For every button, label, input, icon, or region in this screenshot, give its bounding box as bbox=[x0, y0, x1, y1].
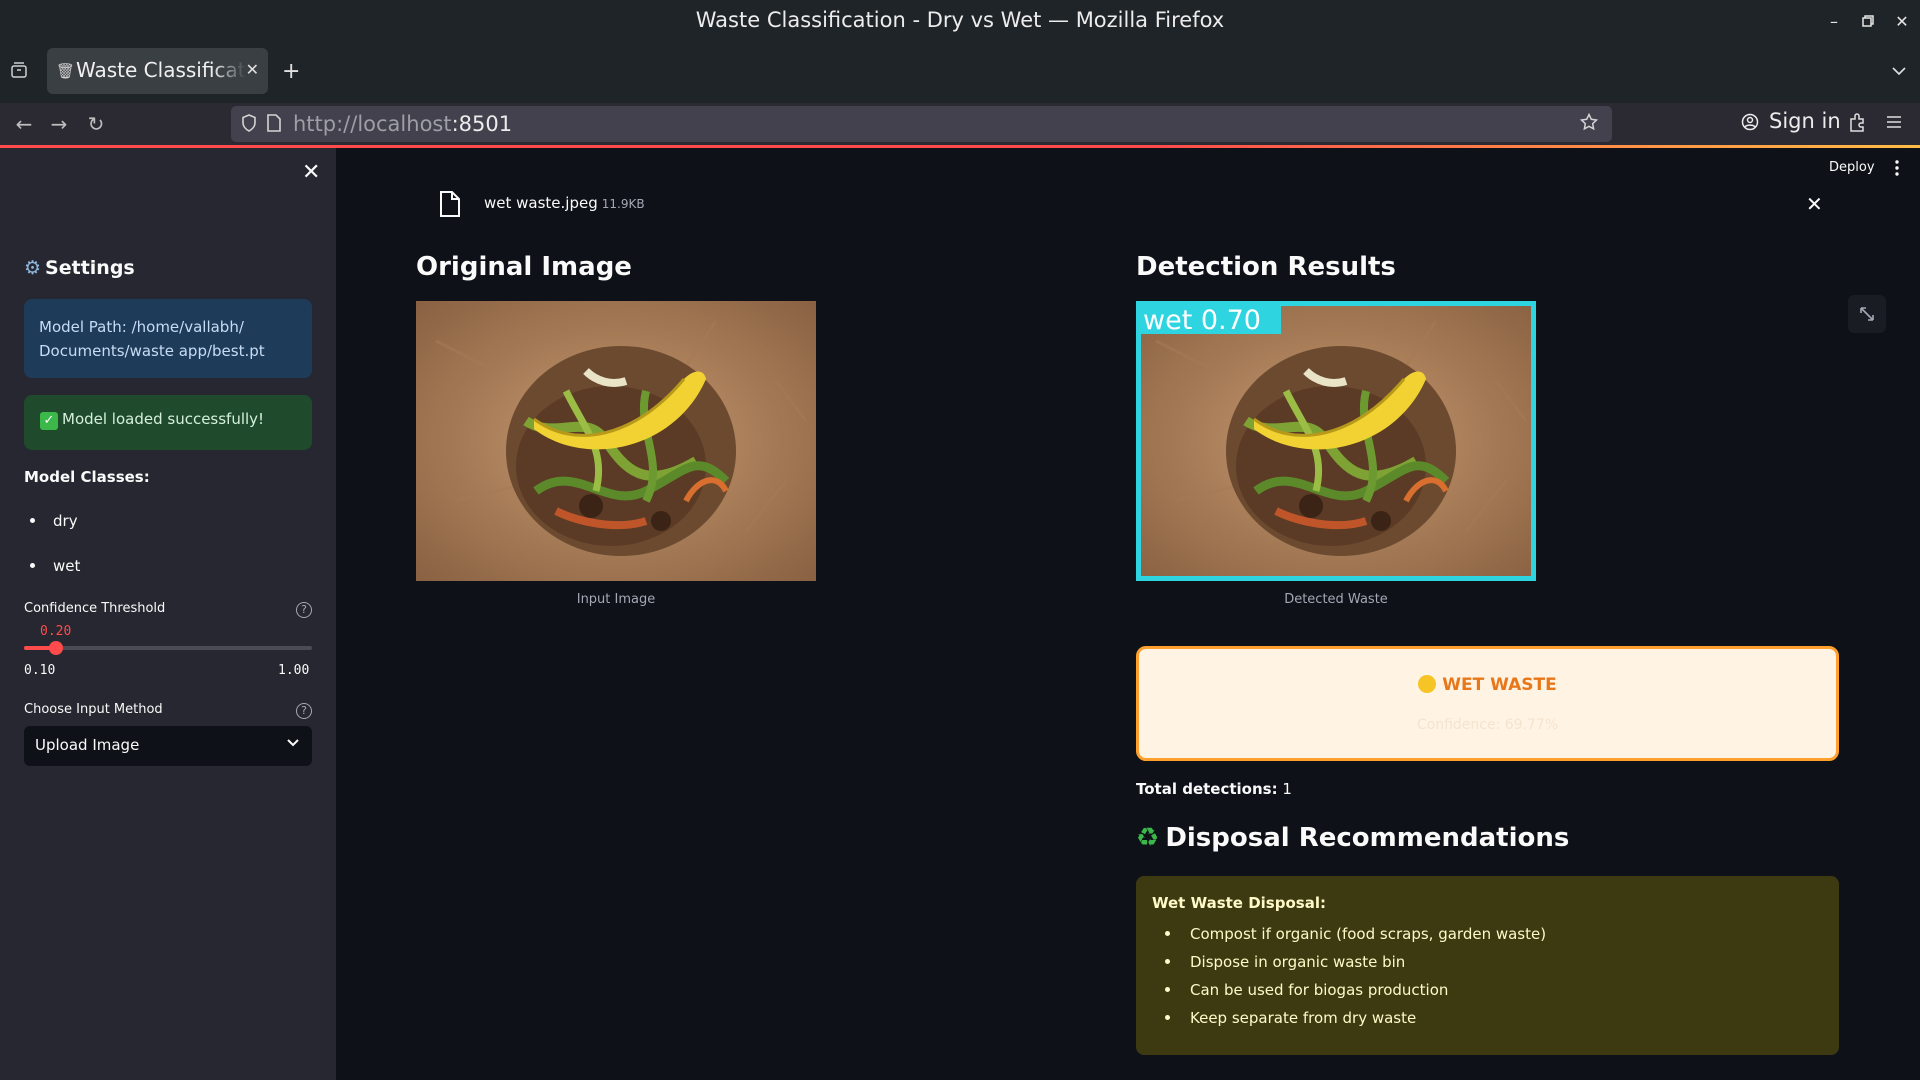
url-text[interactable]: http://localhost:8501 bbox=[293, 112, 512, 136]
check-icon: ✓ bbox=[40, 412, 58, 430]
tab-bar: 🗑 Waste Classification - Dry vs Wet ✕ + bbox=[0, 43, 1920, 103]
confidence-label: Confidence Threshold bbox=[24, 601, 166, 616]
total-detections-value: 1 bbox=[1282, 780, 1292, 798]
result-confidence: Confidence: 69.77% bbox=[1416, 717, 1559, 733]
extensions-icon[interactable] bbox=[1848, 113, 1866, 137]
model-path-info: Model Path: /home/vallabh/ Documents/was… bbox=[24, 299, 312, 378]
url-port: :8501 bbox=[451, 112, 513, 136]
tab-active[interactable]: 🗑 Waste Classification - Dry vs Wet ✕ bbox=[47, 48, 268, 94]
sidebar-heading: ⚙ Settings bbox=[24, 257, 135, 279]
main-content: Deploy wet waste.jpeg 11.9KB ✕ Original I… bbox=[336, 148, 1920, 1080]
url-host: http://localhost bbox=[293, 112, 452, 136]
model-classes-list: dry wet bbox=[30, 512, 80, 602]
confidence-min: 0.10 bbox=[24, 663, 56, 678]
disposal-heading: ♻ Disposal Recommendations bbox=[1136, 823, 1569, 853]
chevron-down-icon[interactable] bbox=[1892, 61, 1906, 80]
new-tab-icon[interactable]: + bbox=[282, 59, 300, 84]
window-titlebar: Waste Classification - Dry vs Wet — Mozi… bbox=[0, 0, 1920, 43]
help-icon[interactable]: ? bbox=[296, 703, 312, 719]
model-classes-label: Model Classes: bbox=[24, 468, 150, 486]
disposal-list: Compost if organic (food scraps, garden … bbox=[1165, 925, 1823, 1037]
original-image bbox=[416, 301, 816, 581]
file-size: 11.9KB bbox=[601, 197, 645, 211]
shield-icon[interactable] bbox=[241, 114, 257, 136]
total-detections: Total detections: 1 bbox=[1136, 780, 1292, 798]
input-method-value: Upload Image bbox=[35, 736, 140, 754]
url-bar[interactable]: http://localhost:8501 bbox=[231, 106, 1612, 142]
fullscreen-button[interactable] bbox=[1848, 295, 1886, 333]
wastebasket-icon: 🗑 bbox=[56, 62, 76, 80]
file-name: wet waste.jpeg bbox=[484, 194, 598, 212]
original-image-heading: Original Image bbox=[416, 252, 632, 282]
sign-in-button[interactable]: Sign in bbox=[1741, 109, 1841, 136]
minimize-icon[interactable]: – bbox=[1822, 10, 1846, 34]
result-title-text: WET WASTE bbox=[1442, 675, 1557, 695]
confidence-slider[interactable] bbox=[24, 641, 312, 655]
bounding-box-label: wet 0.70 bbox=[1143, 305, 1261, 336]
reload-icon[interactable]: ↻ bbox=[84, 112, 108, 136]
back-icon[interactable]: ← bbox=[12, 112, 36, 136]
gear-icon: ⚙ bbox=[24, 257, 42, 279]
uploaded-file-name: wet waste.jpeg 11.9KB bbox=[484, 194, 645, 212]
detection-results-heading: Detection Results bbox=[1136, 252, 1396, 282]
list-item: Compost if organic (food scraps, garden … bbox=[1165, 925, 1823, 953]
input-method-select[interactable]: Upload Image bbox=[24, 726, 312, 766]
total-detections-label: Total detections: bbox=[1136, 780, 1278, 798]
original-image-caption: Input Image bbox=[576, 592, 656, 607]
model-loaded-alert: ✓ Model loaded successfully! bbox=[24, 395, 312, 450]
recycle-icon: ♻ bbox=[1136, 823, 1160, 853]
confidence-value: 0.20 bbox=[40, 624, 72, 639]
sidebar-heading-text: Settings bbox=[45, 257, 135, 279]
sidebar-close-icon[interactable]: ✕ bbox=[302, 160, 320, 185]
list-item: Dispose in organic waste bin bbox=[1165, 953, 1823, 981]
tab-close-icon[interactable]: ✕ bbox=[246, 60, 259, 79]
confidence-max: 1.00 bbox=[278, 663, 310, 678]
sidebar: ✕ ⚙ Settings Model Path: /home/vallabh/ D… bbox=[0, 148, 336, 1080]
list-item: Can be used for biogas production bbox=[1165, 981, 1823, 1009]
input-method-label: Choose Input Method bbox=[24, 702, 163, 717]
yellow-circle-icon bbox=[1418, 675, 1437, 693]
deploy-button[interactable]: Deploy bbox=[1829, 160, 1875, 175]
list-item: Keep separate from dry waste bbox=[1165, 1009, 1823, 1037]
navigation-bar: ← → ↻ http://localhost:8501 Sign in bbox=[0, 103, 1920, 145]
remove-file-icon[interactable]: ✕ bbox=[1806, 192, 1823, 216]
bookmark-star-icon[interactable] bbox=[1579, 112, 1599, 135]
uploaded-file: wet waste.jpeg 11.9KB bbox=[438, 190, 645, 222]
chevron-down-icon bbox=[286, 735, 300, 753]
account-icon bbox=[1741, 112, 1759, 136]
file-icon bbox=[438, 191, 462, 222]
close-window-icon[interactable]: ✕ bbox=[1890, 10, 1914, 34]
forward-icon[interactable]: → bbox=[47, 112, 71, 136]
list-item: wet bbox=[30, 557, 80, 602]
window-title: Waste Classification - Dry vs Wet — Mozi… bbox=[695, 8, 1225, 32]
disposal-heading-text: Disposal Recommendations bbox=[1165, 823, 1570, 853]
page-info-icon[interactable] bbox=[267, 114, 281, 136]
more-vertical-icon[interactable] bbox=[1894, 160, 1900, 180]
slider-handle[interactable] bbox=[49, 641, 63, 655]
classification-result-card: WET WASTE Confidence: 69.77% bbox=[1136, 646, 1839, 761]
detected-image-caption: Detected Waste bbox=[1284, 592, 1388, 607]
hamburger-menu-icon[interactable] bbox=[1886, 114, 1902, 134]
tab-title: Waste Classification - Dry vs Wet bbox=[76, 58, 246, 82]
model-loaded-text: Model loaded successfully! bbox=[62, 410, 265, 428]
sign-in-label: Sign in bbox=[1769, 109, 1841, 133]
result-title: WET WASTE bbox=[1139, 675, 1836, 695]
expand-icon bbox=[1860, 307, 1874, 321]
restore-icon[interactable] bbox=[1856, 10, 1880, 34]
detected-image: wet 0.70 bbox=[1136, 301, 1536, 581]
tab-list-icon[interactable] bbox=[10, 61, 30, 81]
list-item: dry bbox=[30, 512, 80, 557]
disposal-box-title: Wet Waste Disposal: bbox=[1152, 894, 1326, 912]
help-icon[interactable]: ? bbox=[296, 602, 312, 618]
disposal-box: Wet Waste Disposal: Compost if organic (… bbox=[1136, 876, 1839, 1055]
